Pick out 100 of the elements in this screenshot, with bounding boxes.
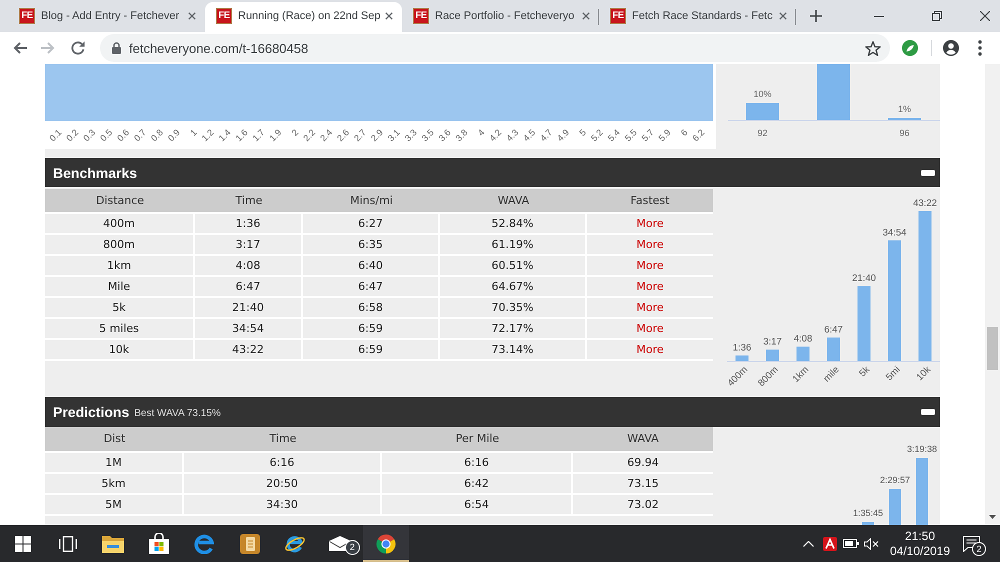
start-icon <box>14 536 31 552</box>
taskbar-button[interactable] <box>363 525 409 562</box>
browser-tab[interactable]: FE Race Portfolio - Fetcheveryo <box>402 2 599 32</box>
axis-label: 0.7 <box>132 127 148 144</box>
bar <box>796 346 810 361</box>
more-link[interactable]: More <box>636 343 664 356</box>
table-cell: 6:16 <box>382 453 573 474</box>
value-label: 1:36 <box>732 342 752 354</box>
more-link[interactable]: More <box>636 238 664 251</box>
axis-label: 2.2 <box>301 127 318 144</box>
bar <box>736 355 748 361</box>
column-header: Time <box>195 189 303 214</box>
favicon: FE <box>413 8 429 24</box>
axis-label: 92 <box>758 128 768 138</box>
table-cell: 10k <box>45 340 195 361</box>
more-link[interactable]: More <box>636 322 664 335</box>
axis-label: 4.5 <box>521 127 538 144</box>
favicon: FE <box>610 8 626 24</box>
folder-icon <box>102 534 124 552</box>
more-link[interactable]: More <box>636 259 664 272</box>
table-cell: 5k <box>45 298 195 319</box>
table-cell: 6:47 <box>195 277 303 298</box>
new-tab-icon[interactable] <box>810 10 822 22</box>
more-link[interactable]: More <box>636 301 664 314</box>
address-field[interactable]: fetcheveryone.com/t-16680458 <box>100 34 890 62</box>
value-label: 10% <box>754 89 772 99</box>
minus-icon[interactable] <box>921 170 935 176</box>
axis-label: 3.1 <box>386 127 402 144</box>
close-icon[interactable] <box>188 12 196 20</box>
account-icon[interactable] <box>943 40 959 56</box>
clock-time[interactable]: 21:50 <box>904 528 936 544</box>
table-cell: 6:47 <box>303 277 440 298</box>
browser-tab[interactable]: FE Running (Race) on 22nd Sep <box>205 2 402 32</box>
task-view-icon <box>59 536 78 552</box>
table-cell: 52.84% <box>440 214 587 235</box>
axis-label: 5.2 <box>588 127 605 144</box>
a-logo-icon[interactable] <box>822 536 836 550</box>
table-cell: 400m <box>45 214 195 235</box>
speaker-muted-icon[interactable] <box>864 538 879 550</box>
restore-icon[interactable] <box>932 11 942 21</box>
axis-label: 0.8 <box>149 127 165 144</box>
table-cell: 34:54 <box>195 319 303 340</box>
count-badge: 2 <box>972 542 986 556</box>
axis-label: 6 <box>678 127 690 138</box>
table-cell: 1M <box>45 453 184 474</box>
clock-date[interactable]: 04/10/2019 <box>890 544 950 558</box>
browser-tab[interactable]: FE Fetch Race Standards - Fetc <box>599 2 796 32</box>
table-cell: 70.35% <box>440 298 587 319</box>
axis-label: 3.3 <box>402 127 419 144</box>
table-cell: 6:40 <box>303 256 440 277</box>
close-icon[interactable] <box>385 12 393 20</box>
column-header: Time <box>184 427 382 453</box>
value-label: 3:19:38 <box>906 444 938 454</box>
column-header: Per Mile <box>382 427 573 453</box>
menu-icon[interactable] <box>978 40 982 56</box>
axis-label: 96 <box>900 128 910 138</box>
column-header: Fastest <box>587 189 713 214</box>
bar <box>827 338 840 361</box>
notification-icon[interactable] <box>962 536 980 552</box>
star-icon[interactable] <box>865 40 881 56</box>
axis-label: 4.2 <box>487 127 504 144</box>
section-title: Predictions <box>53 404 130 420</box>
close-icon[interactable] <box>582 12 590 20</box>
table-cell: 6:42 <box>382 474 573 495</box>
more-link[interactable]: More <box>636 217 664 230</box>
close-icon[interactable] <box>779 12 787 20</box>
scroll-down-icon[interactable] <box>989 515 996 519</box>
axis-label: 0.3 <box>81 127 98 144</box>
table-cell: 6:16 <box>184 453 382 474</box>
more-link[interactable]: More <box>636 280 664 293</box>
extension-icon[interactable] <box>902 40 918 56</box>
table-cell: 6:35 <box>303 235 440 256</box>
axis-label: 2 <box>290 127 300 138</box>
axis-label: 0.9 <box>166 127 182 144</box>
table-cell: 34:30 <box>184 495 382 516</box>
column-header: Dist <box>45 427 184 453</box>
axis-label: 1.4 <box>216 127 233 144</box>
axis-label: 3.5 <box>420 127 436 144</box>
bar <box>916 458 928 525</box>
table-cell: 72.17% <box>440 319 587 340</box>
e-logo-icon <box>194 534 214 554</box>
scrollbar-thumb[interactable] <box>987 327 998 370</box>
column-header: WAVA <box>573 427 713 453</box>
axis-label: 5k <box>857 364 872 380</box>
axis-label: 1.9 <box>267 127 284 144</box>
browser-tab[interactable]: FE Blog - Add Entry - Fetchever <box>8 2 205 32</box>
axis-label: 5.5 <box>622 127 639 144</box>
axis-label: 2.4 <box>318 127 334 144</box>
table-cell: 5M <box>45 495 184 516</box>
column-header: Mins/mi <box>303 189 440 214</box>
reload-icon[interactable] <box>71 41 85 55</box>
battery-icon[interactable] <box>842 539 858 548</box>
scrollbar-track[interactable] <box>985 64 1000 525</box>
back-icon[interactable] <box>13 42 27 54</box>
axis-label: 1.6 <box>234 127 250 144</box>
chevron-up-icon[interactable] <box>802 540 814 546</box>
close-icon[interactable] <box>980 11 990 21</box>
taskbar-button[interactable]: 2 <box>318 525 364 562</box>
axis-label: 0.1 <box>48 127 64 144</box>
table-cell: 3:17 <box>195 235 303 256</box>
